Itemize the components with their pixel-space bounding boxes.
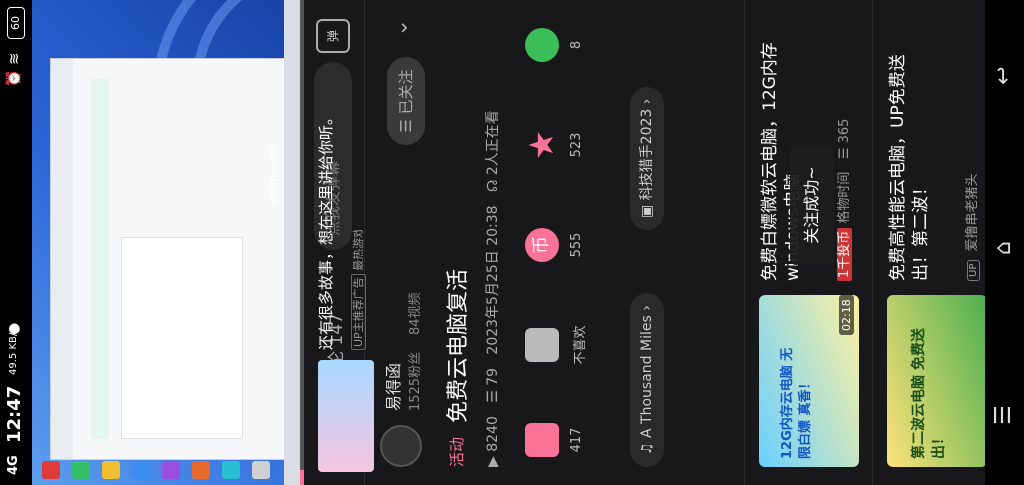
avatar[interactable]	[380, 425, 422, 467]
desktop-icon	[72, 461, 90, 479]
battery-level: 60	[9, 16, 22, 30]
video-duration: 02:18	[839, 295, 854, 335]
window-titlebar	[51, 59, 73, 459]
thumbnail-text: 第二波云电脑 免费送出！	[911, 328, 947, 459]
video-thumbnail: 12G内存云电脑 无限白嫖 真香！ 02:18	[759, 295, 859, 467]
alarm-icon: ⏰	[6, 69, 22, 87]
recommendation-meta: UP 爱撸串老猪头	[961, 173, 980, 281]
play-count-icon: ▶	[485, 451, 501, 467]
signal-label: 4G	[6, 455, 21, 475]
recommendation-author: 爱撸串老猪头	[965, 173, 980, 252]
viewers-icon: ☊	[485, 175, 501, 193]
clock: 12:47	[4, 385, 25, 443]
coin-icon: 币	[525, 228, 559, 262]
window-toolbar	[91, 79, 109, 439]
danmaku-count-icon: ☰	[485, 385, 501, 403]
video-meta: ▶ 8240 ☰ 79 2023年5月25日 20:38 ☊ 2人正在看	[482, 110, 502, 467]
thumbs-down-icon	[525, 328, 559, 362]
wechat-icon	[525, 28, 559, 62]
ad-thumbnail[interactable]	[318, 360, 374, 472]
chevron-down-icon[interactable]: ⌄	[388, 19, 413, 37]
video-thumbnail: 第二波云电脑 免费送出！	[887, 295, 987, 467]
desktop-icon	[222, 461, 240, 479]
music-note-icon: ♫	[639, 437, 655, 455]
ad-category: 最热游戏	[352, 230, 365, 271]
app-window	[50, 58, 302, 460]
thumbs-up-icon	[525, 423, 559, 457]
system-navbar: ☰ ⌂ ↩	[985, 0, 1024, 485]
event-tag[interactable]: 活动	[446, 437, 467, 467]
dislike-button[interactable]: 不喜欢	[525, 305, 588, 385]
favorite-count: 523	[569, 132, 584, 158]
dislike-label: 不喜欢	[573, 325, 588, 365]
battery-icon: 60	[7, 7, 25, 39]
watermark: smzms.com	[268, 145, 279, 205]
wifi-icon: ≋	[5, 52, 23, 65]
like-count: 417	[569, 427, 584, 453]
share-button[interactable]: 8	[525, 5, 584, 85]
event-title: 科技猎手2023	[639, 108, 655, 201]
desktop-icon	[42, 461, 60, 479]
like-button[interactable]: 417	[525, 400, 584, 480]
recommendation-meta: 1千投币 格物时间 ☰ 365	[833, 119, 852, 281]
list-item[interactable]: 第二波云电脑 免费送出！ 免费高性能云电脑，UP免费送出！第二波！ UP 爱撸串…	[872, 0, 1001, 485]
recommendation-title: 免费高性能云电脑，UP免费送出！第二波！	[888, 54, 931, 281]
desktop-icon	[252, 461, 270, 479]
up-badge: UP	[967, 259, 980, 281]
action-bar: 417 不喜欢 币 555 ★ 523 8	[522, 0, 605, 485]
status-bar: 4G 12:47 49.5 KB/s ● ⏰ ≋ 60	[0, 0, 32, 485]
uploader-name[interactable]: 易得函	[380, 363, 404, 411]
recommendation-danmaku: 365	[837, 118, 852, 144]
back-icon[interactable]: ↩	[991, 67, 1016, 85]
recommendation-author: 格物时间	[837, 171, 852, 224]
danmaku-count-icon: ☰	[837, 143, 852, 160]
danmaku-count: 79	[485, 367, 501, 386]
video-title: 免费云电脑复活	[446, 268, 471, 423]
coin-badge: 1千投币	[837, 227, 852, 281]
ad-badge: UP主推荐广告	[351, 274, 366, 350]
music-title: A Thousand Miles	[639, 315, 655, 438]
event-icon: ▣	[639, 200, 655, 218]
publish-date: 2023年5月25日 20:38	[485, 205, 501, 355]
coin-button[interactable]: 币 555	[525, 205, 584, 285]
toast-message: 关注成功~	[790, 145, 834, 265]
desktop-icon	[102, 461, 120, 479]
ad-text: 还有很多故事，想在这里讲给你听。	[317, 109, 335, 350]
desktop-icon	[162, 461, 180, 479]
video-player[interactable]: smzms.com	[32, 0, 304, 485]
watching-count: 2人正在看	[485, 110, 501, 176]
uploader-videos: 84视频	[408, 292, 423, 335]
follow-button[interactable]: ☰ 已关注	[387, 57, 425, 145]
coin-count: 555	[569, 232, 584, 258]
home-icon[interactable]: ⌂	[991, 241, 1016, 255]
phone-screen: 4G 12:47 49.5 KB/s ● ⏰ ≋ 60 smzms.com 评论…	[0, 0, 1024, 485]
music-chip[interactable]: ♫ A Thousand Miles ›	[630, 293, 664, 467]
thumbnail-text: 12G内存云电脑 无限白嫖 真香！	[780, 347, 813, 459]
event-chip[interactable]: ▣ 科技猎手2023 ›	[630, 86, 664, 230]
window-panel	[121, 237, 243, 439]
chat-icon: ●	[6, 322, 22, 335]
ad-banner[interactable]: 还有很多故事，想在这里讲给你听。	[315, 20, 355, 350]
desktop-icon	[192, 461, 210, 479]
share-count: 8	[569, 40, 584, 50]
star-icon: ★	[522, 129, 562, 161]
favorite-button[interactable]: ★ 523	[522, 105, 584, 185]
ad-meta: UP主推荐广告 最热游戏	[350, 230, 374, 350]
menu-icon: ☰	[397, 114, 415, 133]
view-count: 8240	[485, 416, 501, 452]
uploader-fans: 1525粉丝	[408, 351, 423, 411]
desktop-icon	[132, 461, 150, 479]
follow-label: 已关注	[397, 69, 415, 115]
recents-icon[interactable]: ☰	[991, 405, 1016, 425]
